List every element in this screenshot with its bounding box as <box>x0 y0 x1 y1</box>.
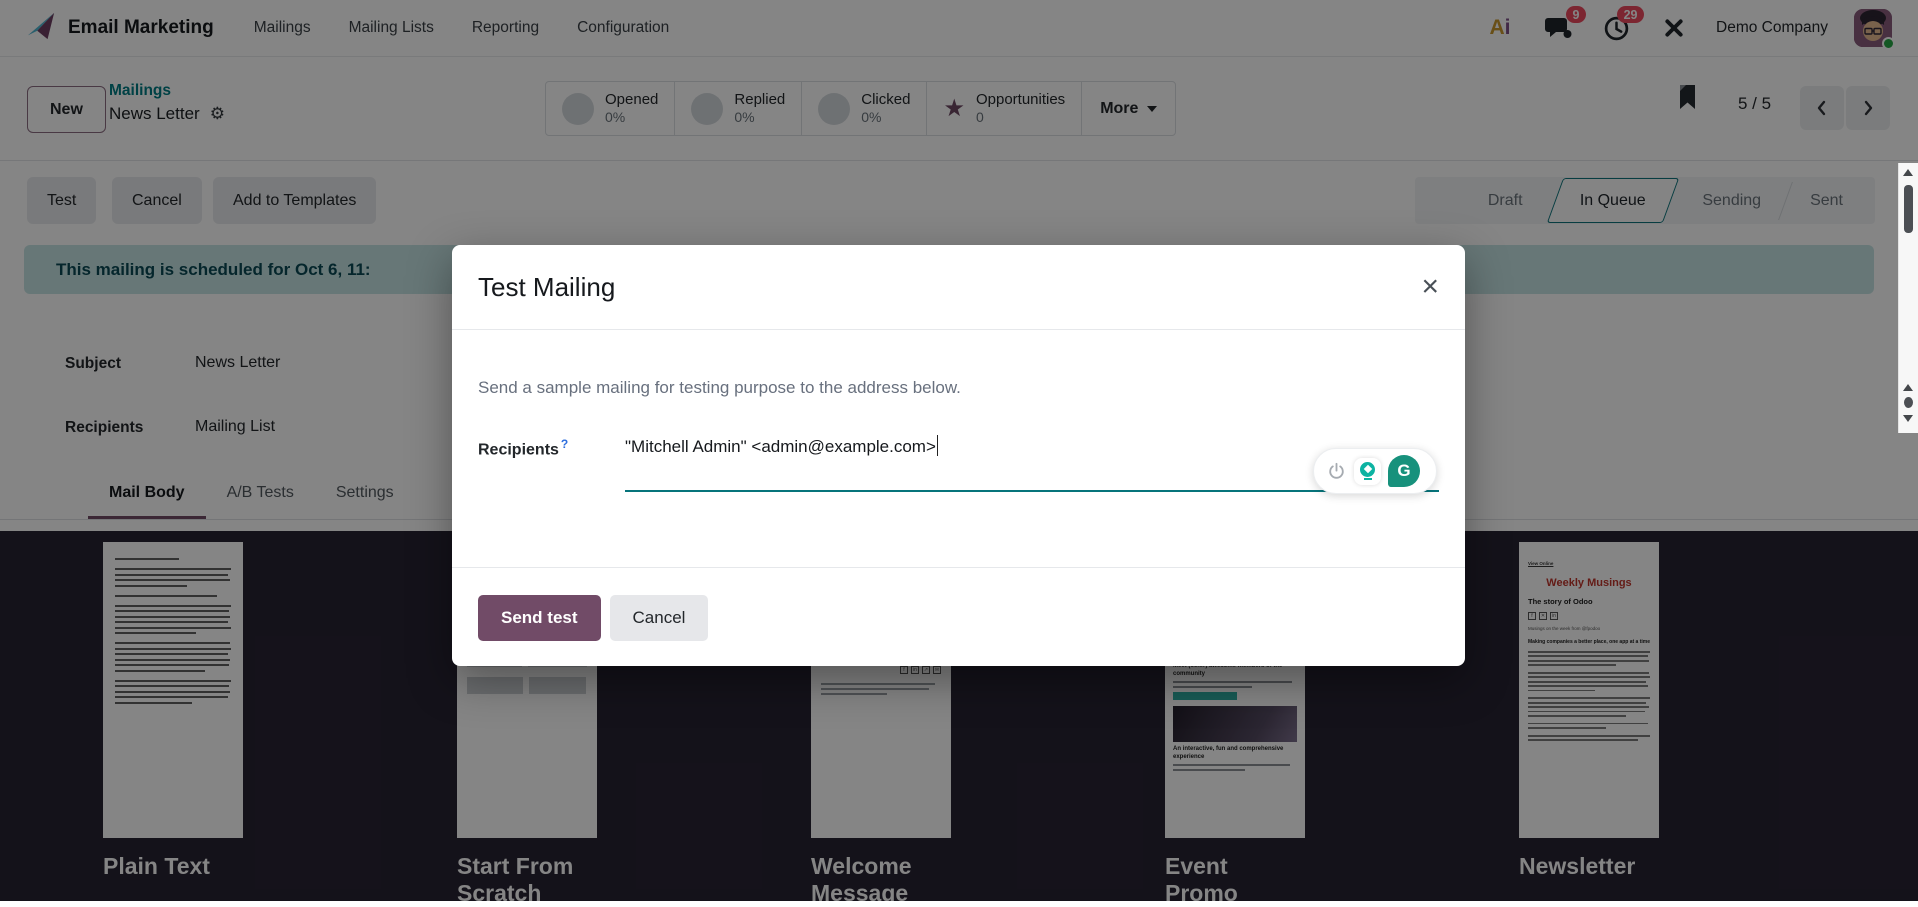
suggestion-bulb-icon[interactable] <box>1354 458 1381 485</box>
dialog-body: Send a sample mailing for testing purpos… <box>452 330 1465 492</box>
recipients-field-row: Recipients? "Mitchell Admin" <admin@exam… <box>478 435 1439 492</box>
help-icon[interactable]: ? <box>561 437 568 451</box>
dialog-recipients-label: Recipients? <box>478 435 625 492</box>
scroll-up-arrow[interactable] <box>1903 169 1913 176</box>
send-test-button[interactable]: Send test <box>478 595 601 641</box>
scrollbar-thumb[interactable] <box>1904 185 1913 233</box>
dialog-header: Test Mailing × <box>452 245 1465 330</box>
close-icon[interactable]: × <box>1421 272 1439 302</box>
grammarly-widget[interactable]: G <box>1313 448 1437 494</box>
scrollbar-thumb[interactable] <box>1904 397 1913 408</box>
test-recipients-input[interactable]: "Mitchell Admin" <admin@example.com> G <box>625 435 1439 492</box>
power-icon[interactable] <box>1326 461 1347 482</box>
test-mailing-dialog: Test Mailing × Send a sample mailing for… <box>452 245 1465 666</box>
test-recipients-value: "Mitchell Admin" <admin@example.com> <box>625 437 936 456</box>
scroll-up-arrow[interactable] <box>1903 384 1913 391</box>
text-cursor <box>937 435 939 456</box>
scrollbar[interactable] <box>1898 163 1918 433</box>
dialog-description: Send a sample mailing for testing purpos… <box>478 378 1439 398</box>
grammarly-logo-icon[interactable]: G <box>1388 455 1420 487</box>
dialog-cancel-button[interactable]: Cancel <box>610 595 709 641</box>
dialog-title: Test Mailing <box>478 272 615 303</box>
dialog-footer: Send test Cancel <box>452 567 1465 666</box>
scroll-down-arrow[interactable] <box>1903 415 1913 422</box>
